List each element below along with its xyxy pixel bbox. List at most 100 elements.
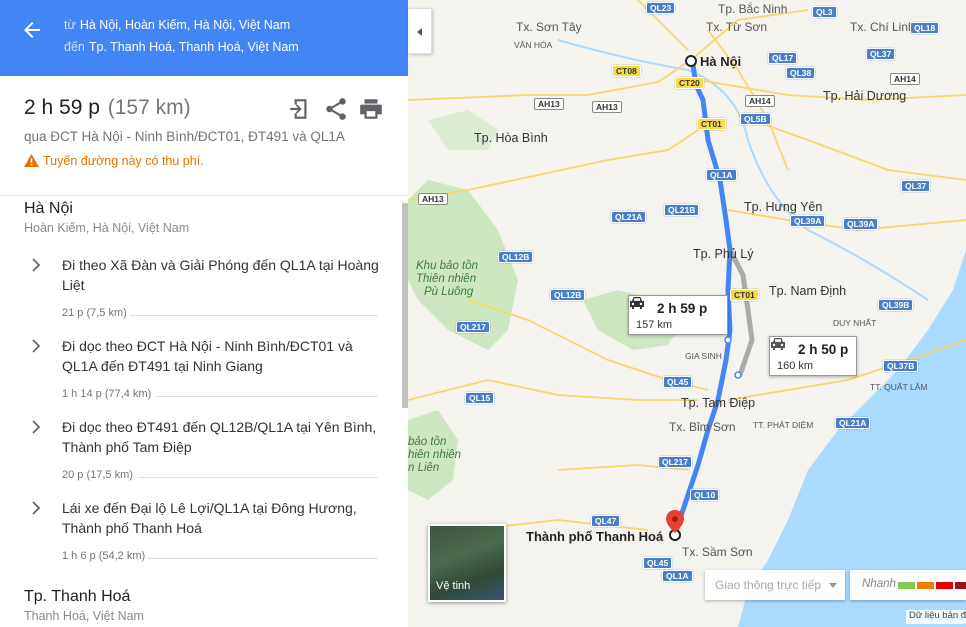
park-line: Thiên nhiên [416,273,477,285]
road-shield: AH13 [534,98,564,110]
destination-line[interactable]: đến Tp. Thanh Hoá, Thanh Hoá, Việt Nam [64,39,299,55]
road-shield: QL21B [664,204,700,216]
road-shield: QL217 [456,321,490,333]
step-4[interactable]: Lái xe đến Đại lộ Lê Lợi/QL1A tại Đông H… [0,498,400,578]
directions-panel: từ Hà Nội, Hoàn Kiếm, Hà Nội, Việt Nam đế… [0,0,408,627]
step-text: Đi dọc theo ĐCT Hà Nội - Ninh Bình/ĐCT01… [62,338,353,374]
route-card-selected[interactable]: 2 h 59 p 157 km [628,295,728,335]
map-label-origin: Hà Nội [700,54,742,69]
step-divider [130,315,378,316]
road-shield: QL37 [866,48,896,60]
road-shield: QL23 [646,2,676,14]
road-shield: QL1A [706,169,737,181]
from-prefix: từ [64,18,76,32]
route-card-duration: 2 h 59 p [657,301,708,316]
step-distance: 1 h 6 p (54,2 km) [62,550,146,562]
chevron-right-icon [32,339,41,353]
road-shield: QL3 [812,6,837,18]
destination-title[interactable]: Tp. Thanh Hoá [24,588,130,606]
traffic-legend-swatch [898,582,915,589]
road-shield: CT08 [612,65,641,77]
road-shield: QL10 [690,489,720,501]
destination-address: Thanh Hoá, Việt Nam [24,609,144,623]
road-shield: CT01 [697,118,726,130]
map-label-small: DUY NHẤT [833,318,877,328]
road-shield: QL45 [643,557,673,569]
map-label-city: Tx. Chí Linh [850,20,915,34]
traffic-dropdown[interactable]: Giao thông trực tiếp [705,570,845,600]
back-arrow-icon[interactable] [20,18,44,42]
traffic-fast-label: Nhanh [862,578,896,590]
send-to-phone-icon[interactable] [287,96,313,122]
print-icon[interactable] [358,96,384,122]
traffic-dropdown-label: Giao thông trực tiếp [715,578,822,592]
park-line: hiên nhiên [408,449,462,461]
chevron-right-icon [32,501,41,515]
satellite-label: Vệ tinh [436,580,471,592]
map-label-city: Tp. Hòa Bình [474,131,548,145]
road-shield: QL37B [883,360,919,372]
car-icon [771,338,785,350]
map-label-small: GIA SINH [685,351,722,361]
warning-icon [24,154,39,167]
map-label-park: bảo tồn hiên nhiên n Liên [408,436,461,475]
step-2[interactable]: Đi dọc theo ĐCT Hà Nội - Ninh Bình/ĐCT01… [0,336,400,416]
step-distance: 21 p (7,5 km) [62,307,127,319]
step-divider [148,558,378,559]
route-duration: 2 h 59 p (157 km) [24,96,191,120]
duration-value: 2 h 59 p [24,96,100,119]
map-label-city: Tp. Phủ Lý [693,247,754,261]
chevron-right-icon [32,258,41,272]
route-card-alternate[interactable]: 2 h 50 p 160 km [769,336,857,376]
destination-place: Tp. Thanh Hoá, Thanh Hoá, Việt Nam [88,40,299,54]
map-label-small: VĂN HÓA [514,40,553,50]
traffic-legend: Nhanh [850,570,966,600]
toll-warning-text: Tuyến đường này có thu phí. [43,154,204,168]
road-shield: QL217 [658,456,692,468]
toll-warning: Tuyến đường này có thu phí. [24,154,204,168]
origin-title[interactable]: Hà Nội [24,200,73,218]
step-text: Lái xe đến Đại lộ Lê Lợi/QL1A tại Đông H… [62,500,357,536]
map-label-city: Tp. Bắc Ninh [718,2,788,16]
satellite-layer-button[interactable]: Vệ tinh [428,524,506,602]
to-prefix: đến [64,40,85,54]
step-3[interactable]: Đi dọc theo ĐT491 đến QL12B/QL1A tại Yên… [0,417,400,497]
origin-line[interactable]: từ Hà Nội, Hoàn Kiếm, Hà Nội, Việt Nam [64,17,290,33]
traffic-legend-swatch [955,582,966,589]
road-shield: QL12B [550,289,586,301]
road-shield: QL39B [878,299,914,311]
map-label-city: Tx. Sơn Tây [516,20,582,34]
road-shield: QL1A [662,570,693,582]
map-label-city: Tx. Sầm Sơn [682,545,753,559]
step-divider [138,477,378,478]
route-card-duration: 2 h 50 p [798,342,849,357]
collapse-panel-button[interactable] [408,8,432,54]
road-shield: AH14 [890,73,920,85]
park-line: n Liên [408,462,440,474]
park-line: Pù Luông [424,286,474,298]
map-label-park: Khu bảo tồn Thiên nhiên Pù Luông [416,260,478,299]
road-shield: AH13 [418,193,448,205]
share-icon[interactable] [323,96,349,122]
step-text: Đi dọc theo ĐT491 đến QL12B/QL1A tại Yên… [62,419,377,455]
route-card-distance: 157 km [636,319,673,331]
road-shield: QL17 [768,52,798,64]
road-shield: QL15 [465,392,495,404]
origin-address: Hoàn Kiếm, Hà Nội, Việt Nam [24,221,190,235]
step-1[interactable]: Đi theo Xã Đàn và Giải Phóng đến QL1A tạ… [0,255,400,335]
park-line: bảo tồn [408,436,447,448]
directions-steps: Hà Nội Hoàn Kiếm, Hà Nội, Việt Nam Đi th… [0,197,400,627]
route-via: qua ĐCT Hà Nội - Ninh Bình/ĐCT01, ĐT491 … [24,129,345,144]
step-distance: 20 p (17,5 km) [62,469,133,481]
map-label-city: Tx. Bỉm Sơn [669,420,736,434]
road-shield: QL21A [611,211,647,223]
caret-left-icon [417,28,422,36]
map-data-attribution[interactable]: Dữ liệu bản đồ [906,610,966,624]
road-shield: QL47 [591,515,621,527]
road-shield: QL39A [790,215,826,227]
directions-header: từ Hà Nội, Hoàn Kiếm, Hà Nội, Việt Nam đế… [0,0,408,76]
map-label-small: TT. PHÁT DIỆM [753,420,814,430]
map-label-small: TT. QUẤT LÂM [870,382,928,392]
road-shield: QL39A [843,218,879,230]
road-shield: QL21A [835,417,871,429]
